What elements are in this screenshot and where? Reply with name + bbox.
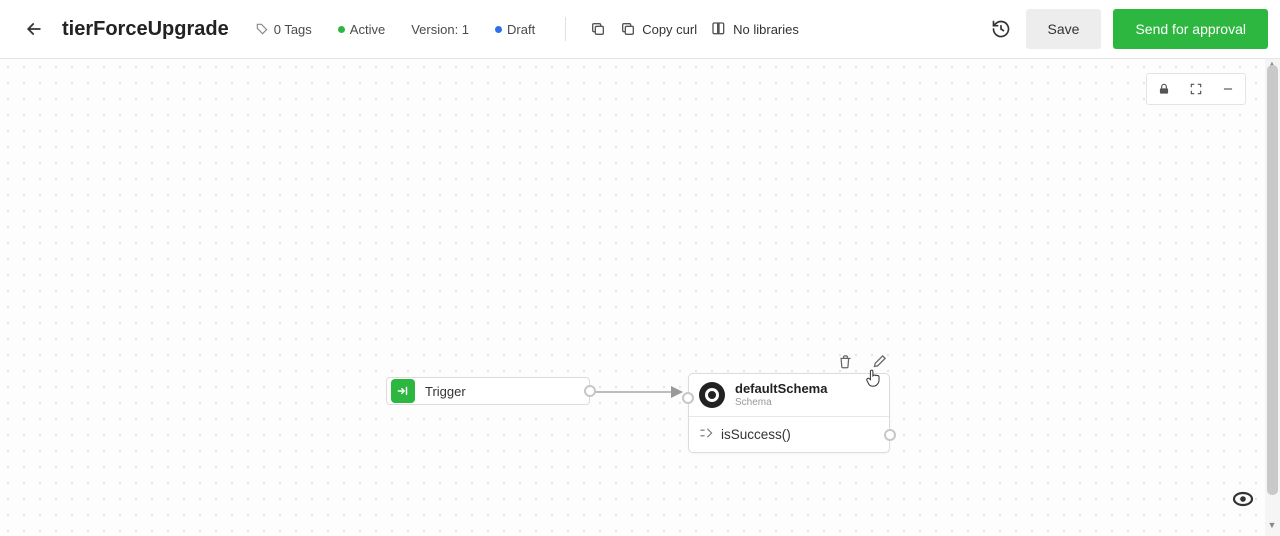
preview-button[interactable] xyxy=(1226,482,1260,516)
libraries-label: No libraries xyxy=(733,22,799,37)
copy-icon xyxy=(590,21,606,37)
trigger-label: Trigger xyxy=(425,384,466,399)
trash-icon xyxy=(838,354,853,369)
schema-icon xyxy=(699,382,725,408)
trigger-icon xyxy=(391,379,415,403)
schema-output-port[interactable] xyxy=(884,429,896,441)
fullscreen-button[interactable] xyxy=(1185,78,1207,100)
status-chip[interactable]: Active xyxy=(332,18,391,41)
pencil-icon xyxy=(872,354,887,369)
send-for-approval-button[interactable]: Send for approval xyxy=(1113,9,1268,49)
scroll-down-icon[interactable]: ▼ xyxy=(1267,520,1277,530)
version-label: Version: 1 xyxy=(411,22,469,37)
status-label: Active xyxy=(350,22,385,37)
draft-label: Draft xyxy=(507,22,535,37)
lock-button[interactable] xyxy=(1153,78,1175,100)
node-action-bar xyxy=(836,352,888,370)
history-icon xyxy=(991,19,1011,39)
trigger-output-port[interactable] xyxy=(584,385,596,397)
schema-output-row[interactable]: isSuccess() xyxy=(689,417,889,452)
zoom-out-button[interactable] xyxy=(1217,78,1239,100)
tag-icon xyxy=(255,22,269,36)
fullscreen-icon xyxy=(1189,82,1203,96)
delete-node-button[interactable] xyxy=(836,352,854,370)
draft-dot-icon xyxy=(495,26,502,33)
workflow-canvas[interactable]: ▲ ▼ Trigger xyxy=(0,59,1280,536)
arrow-right-into-icon xyxy=(396,384,410,398)
scrollbar-track[interactable]: ▲ ▼ xyxy=(1265,59,1280,536)
schema-header[interactable]: defaultSchema Schema xyxy=(689,374,889,417)
schema-output-label: isSuccess() xyxy=(721,427,791,442)
canvas-toolbar xyxy=(1146,73,1246,105)
status-dot-icon xyxy=(338,26,345,33)
back-button[interactable] xyxy=(20,15,48,43)
function-icon xyxy=(699,427,713,442)
schema-title: defaultSchema xyxy=(735,382,827,397)
header-bar: tierForceUpgrade 0 Tags Active Version: … xyxy=(0,0,1280,59)
draft-chip[interactable]: Draft xyxy=(489,18,541,41)
eye-icon xyxy=(1231,487,1255,511)
schema-subtitle: Schema xyxy=(735,397,827,409)
lock-icon xyxy=(1157,82,1171,96)
copy-curl-icon xyxy=(620,21,636,37)
version-chip[interactable]: Version: 1 xyxy=(405,18,475,41)
tags-chip[interactable]: 0 Tags xyxy=(249,18,318,41)
header-meta: 0 Tags Active Version: 1 Draft Copy curl… xyxy=(249,17,799,41)
book-icon xyxy=(711,21,727,37)
libraries-button[interactable]: No libraries xyxy=(711,21,799,37)
tags-count: 0 Tags xyxy=(274,22,312,37)
copy-id-button[interactable] xyxy=(590,21,606,37)
scrollbar-thumb[interactable] xyxy=(1267,65,1278,495)
copy-curl-button[interactable]: Copy curl xyxy=(620,21,697,37)
divider xyxy=(565,17,566,41)
edit-node-button[interactable] xyxy=(870,352,888,370)
save-button[interactable]: Save xyxy=(1026,9,1102,49)
arrow-left-icon xyxy=(24,19,44,39)
workflow-title: tierForceUpgrade xyxy=(62,18,229,41)
copy-curl-label: Copy curl xyxy=(642,22,697,37)
minus-icon xyxy=(1221,82,1235,96)
schema-node[interactable]: defaultSchema Schema isSuccess() xyxy=(688,373,890,453)
history-button[interactable] xyxy=(984,12,1018,46)
trigger-node[interactable]: Trigger xyxy=(386,377,590,405)
